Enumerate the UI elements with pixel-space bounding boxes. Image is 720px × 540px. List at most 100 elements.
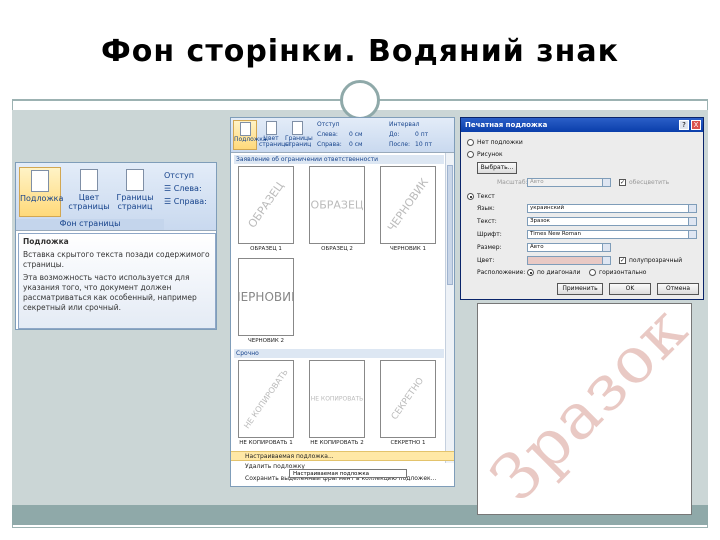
page-background-group-label: Фон страницы	[16, 219, 164, 230]
chevron-down-icon	[688, 218, 696, 225]
diagonal-label: по диагонали	[537, 269, 581, 276]
watermark-thumb[interactable]: СЕКРЕТНО	[380, 360, 436, 438]
ribbon: Подложка Цвет страницы Границы страниц Ф…	[16, 163, 216, 231]
semitransparent-checkbox[interactable]: ✓	[619, 257, 626, 264]
indent-right-label[interactable]: ☰ Справа:	[164, 195, 207, 208]
thumb-word: ОБРАЗЕЦ	[245, 179, 287, 231]
indent-header: Отступ	[164, 171, 194, 180]
no-watermark-label: Нет подложки	[477, 139, 523, 146]
page-borders-button[interactable]: Границы страниц	[285, 120, 313, 150]
thumb-caption: НЕ КОПИРОВАТЬ 2	[310, 440, 364, 446]
semitransparent-label: полупрозрачный	[629, 257, 683, 264]
menu-tooltip: Настраиваемая подложка	[289, 469, 407, 478]
watermark-thumb[interactable]: НЕ КОПИРОВАТЬ	[238, 360, 294, 438]
scale-select[interactable]: Авто	[527, 178, 611, 187]
thumb-caption: НЕ КОПИРОВАТЬ 1	[239, 440, 293, 446]
tooltip-title: Подложка	[23, 237, 69, 246]
radio-diagonal[interactable]	[527, 269, 534, 276]
thumb-caption: СЕКРЕТНО 1	[390, 440, 426, 446]
page-color-button-label: Цвет страницы	[68, 193, 110, 211]
radio-text[interactable]	[467, 193, 474, 200]
gallery-scrollbar[interactable]	[445, 153, 454, 463]
watermark-thumb[interactable]: ОБРАЗЕЦ	[309, 166, 365, 244]
color-select[interactable]	[527, 256, 611, 265]
scale-label: Масштаб:	[497, 179, 528, 186]
section-header-disclaimer: Заявление об ограничении ответственности	[234, 155, 444, 164]
close-button[interactable]: X	[691, 120, 701, 130]
page-borders-button-label: Границы страниц	[285, 135, 313, 148]
size-value: Авто	[530, 244, 544, 250]
page-borders-icon	[126, 169, 144, 191]
tooltip-line1: Вставка скрытого текста позади содержимо…	[23, 250, 210, 269]
page-color-button[interactable]: Цвет страницы	[259, 120, 290, 150]
font-value: Times New Roman	[530, 231, 581, 237]
decorative-circle	[340, 80, 380, 120]
thumb-caption: ОБРАЗЕЦ 2	[321, 246, 353, 252]
watermark-icon	[31, 170, 49, 192]
watermark-thumb[interactable]: ЧЕРНОВИК	[380, 166, 436, 244]
thumb-caption: ЧЕРНОВИК 1	[389, 246, 427, 252]
indent-right-value[interactable]: 0 см	[349, 141, 363, 149]
chevron-down-icon	[688, 231, 696, 238]
thumb-word: СЕКРЕТНО	[389, 376, 427, 422]
indent-right-icon: ☰	[164, 197, 174, 206]
font-select[interactable]: Times New Roman	[527, 230, 697, 239]
spacing-before-label: До:	[389, 131, 400, 138]
washout-checkbox[interactable]: ✓	[619, 179, 626, 186]
page-borders-button[interactable]: Границы страниц	[114, 167, 156, 217]
watermark-preview-text: Зразок	[477, 303, 692, 515]
text-select[interactable]: Зразок	[527, 217, 697, 226]
gallery-ribbon: Подложка Цвет страницы Границы страниц О…	[231, 118, 454, 153]
printed-watermark-dialog: Печатная подложка ? X Нет подложки Рисун…	[460, 117, 704, 300]
slide-title: Фон сторінки. Водяний знак	[101, 34, 619, 69]
chevron-down-icon	[602, 244, 610, 251]
color-label: Цвет:	[477, 257, 495, 264]
picture-label: Рисунок	[477, 151, 503, 158]
cancel-button[interactable]: Отмена	[657, 283, 699, 295]
radio-no-watermark[interactable]	[467, 139, 474, 146]
watermark-thumb[interactable]: ОБРАЗЕЦ	[238, 166, 294, 244]
page-color-button[interactable]: Цвет страницы	[68, 167, 110, 217]
ok-button[interactable]: OK	[609, 283, 651, 295]
thumb-caption: ЧЕРНОВИК 2	[247, 338, 285, 344]
ribbon-tooltip-screenshot: Подложка Цвет страницы Границы страниц Ф…	[15, 162, 217, 330]
indent-left-label: Слева:	[317, 131, 338, 138]
watermark-tooltip: Подложка Вставка скрытого текста позади …	[18, 233, 216, 329]
font-label: Шрифт:	[477, 231, 502, 238]
indent-left-label[interactable]: ☰ Слева:	[164, 182, 207, 195]
indent-right-label: Справа:	[317, 141, 342, 148]
page-color-icon	[80, 169, 98, 191]
thumb-word: ЧЕРНОВИК	[239, 290, 293, 304]
spacing-before-value[interactable]: 0 пт	[415, 131, 428, 139]
page-borders-icon	[291, 121, 303, 135]
size-select[interactable]: Авто	[527, 243, 611, 252]
page-color-icon	[265, 121, 277, 135]
section-header-urgent: Срочно	[234, 349, 444, 358]
watermark-thumb[interactable]: НЕ КОПИРОВАТЬ	[309, 360, 365, 438]
text-option-label: Текст	[477, 193, 495, 200]
thumb-caption: ОБРАЗЕЦ 1	[250, 246, 282, 252]
select-picture-button[interactable]: Выбрать...	[477, 162, 517, 174]
indent-left-label-text: Слева:	[173, 184, 202, 193]
indent-right-label-text: Справа:	[173, 197, 207, 206]
watermark-thumb[interactable]: ЧЕРНОВИК	[238, 258, 294, 336]
indent-header: Отступ	[317, 121, 340, 128]
thumb-word: НЕ КОПИРОВАТЬ	[310, 395, 364, 403]
custom-watermark-menu-item[interactable]: Настраиваемая подложка...	[231, 451, 454, 461]
thumb-word: НЕ КОПИРОВАТЬ	[242, 367, 290, 431]
dialog-title: Печатная подложка	[461, 118, 703, 132]
help-button[interactable]: ?	[679, 120, 689, 130]
scrollbar-thumb[interactable]	[447, 165, 453, 285]
indent-left-value[interactable]: 0 см	[349, 131, 363, 139]
chevron-down-icon	[602, 257, 610, 264]
watermark-button[interactable]: Подложка	[19, 167, 63, 217]
radio-horizontal[interactable]	[589, 269, 596, 276]
spacing-after-label: После:	[389, 141, 411, 148]
radio-picture[interactable]	[467, 151, 474, 158]
text-label: Текст:	[477, 218, 497, 225]
watermark-button[interactable]: Подложка	[233, 120, 267, 150]
spacing-after-value[interactable]: 10 пт	[415, 141, 432, 149]
apply-button[interactable]: Применить	[557, 283, 603, 295]
chevron-down-icon	[688, 205, 696, 212]
language-select[interactable]: украинский	[527, 204, 697, 213]
